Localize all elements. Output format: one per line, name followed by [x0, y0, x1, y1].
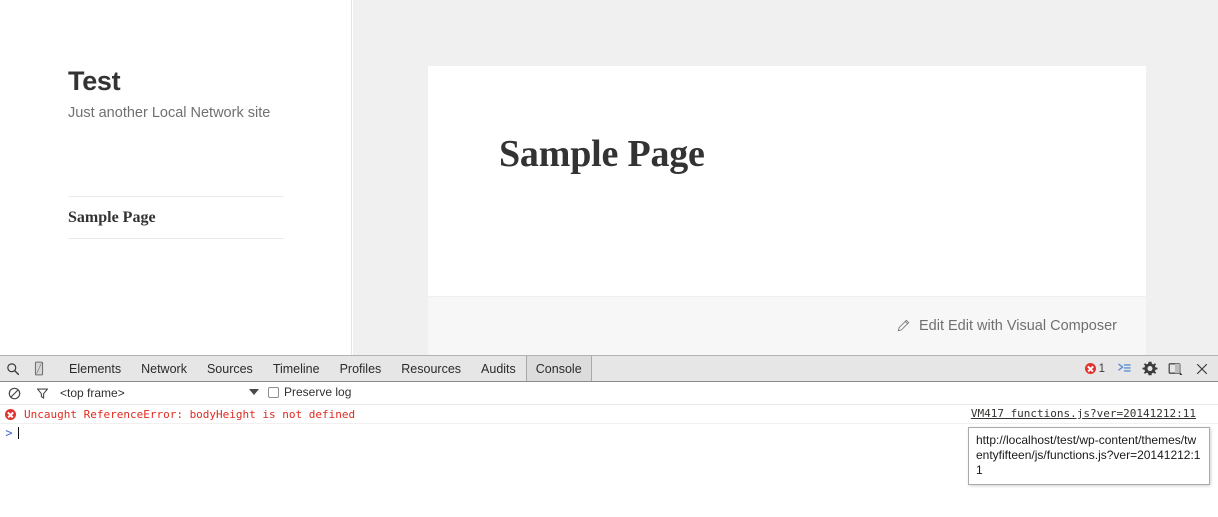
pencil-icon: [897, 319, 910, 336]
site-main-area: Sample Page Edit Edit with Visual Compos…: [353, 0, 1218, 355]
entry-title: Sample Page: [499, 133, 705, 175]
console-error-message: Uncaught ReferenceError: bodyHeight is n…: [24, 407, 356, 421]
content-card-body: Sample Page: [428, 66, 1146, 296]
error-circle-icon: [1084, 363, 1096, 374]
console-filter-bar: <top frame> Preserve log: [0, 382, 1218, 405]
error-icon: [5, 408, 16, 420]
close-icon[interactable]: [1190, 357, 1214, 381]
search-icon[interactable]: [0, 357, 26, 381]
dock-position-icon[interactable]: [1164, 357, 1188, 381]
primary-navigation: Sample Page: [68, 196, 284, 239]
prompt-chevron-icon: >: [5, 426, 13, 440]
device-toggle-icon[interactable]: [26, 357, 52, 381]
edit-with-visual-composer-link[interactable]: Edit Edit with Visual Composer: [897, 318, 1117, 336]
link-url-tooltip: http://localhost/test/wp-content/themes/…: [968, 427, 1210, 485]
nav-item-sample-page[interactable]: Sample Page: [68, 196, 284, 239]
preserve-log-checkbox[interactable]: [268, 386, 279, 398]
preserve-log-label: Preserve log: [284, 385, 352, 399]
chevron-down-icon[interactable]: [249, 389, 259, 395]
tab-console[interactable]: Console: [525, 356, 592, 381]
preserve-log-toggle[interactable]: Preserve log: [268, 385, 351, 399]
clear-console-icon[interactable]: [0, 382, 28, 404]
filter-funnel-icon[interactable]: [28, 382, 56, 404]
site-tagline: Just another Local Network site: [68, 105, 271, 121]
tab-sources[interactable]: Sources: [197, 356, 263, 381]
devtools-toolbar-actions: 1: [1080, 356, 1214, 381]
tab-timeline[interactable]: Timeline: [263, 356, 330, 381]
error-count-label: 1: [1098, 362, 1105, 375]
console-source-link[interactable]: VM417 functions.js?ver=20141212:11: [971, 407, 1196, 420]
execution-context-selector[interactable]: <top frame>: [60, 386, 125, 400]
devtools-tab-strip: Elements Network Sources Timeline Profil…: [59, 356, 592, 381]
devtools-toolbar: Elements Network Sources Timeline Profil…: [0, 356, 1218, 382]
browser-page-viewport: Test Just another Local Network site Sam…: [0, 0, 1218, 355]
tab-audits[interactable]: Audits: [471, 356, 526, 381]
tab-profiles[interactable]: Profiles: [330, 356, 392, 381]
site-title[interactable]: Test: [68, 66, 121, 97]
tab-elements[interactable]: Elements: [59, 356, 131, 381]
content-card: Sample Page Edit Edit with Visual Compos…: [428, 66, 1146, 355]
console-error-row[interactable]: Uncaught ReferenceError: bodyHeight is n…: [0, 405, 1218, 424]
content-card-footer: Edit Edit with Visual Composer: [428, 296, 1146, 355]
site-sidebar: Test Just another Local Network site Sam…: [0, 0, 352, 355]
edit-link-label: Edit Edit with Visual Composer: [919, 318, 1117, 334]
error-count-badge[interactable]: 1: [1080, 363, 1110, 375]
tab-network[interactable]: Network: [131, 356, 197, 381]
tab-resources[interactable]: Resources: [391, 356, 471, 381]
gear-icon[interactable]: [1138, 357, 1162, 381]
console-drawer-icon[interactable]: [1112, 357, 1136, 381]
